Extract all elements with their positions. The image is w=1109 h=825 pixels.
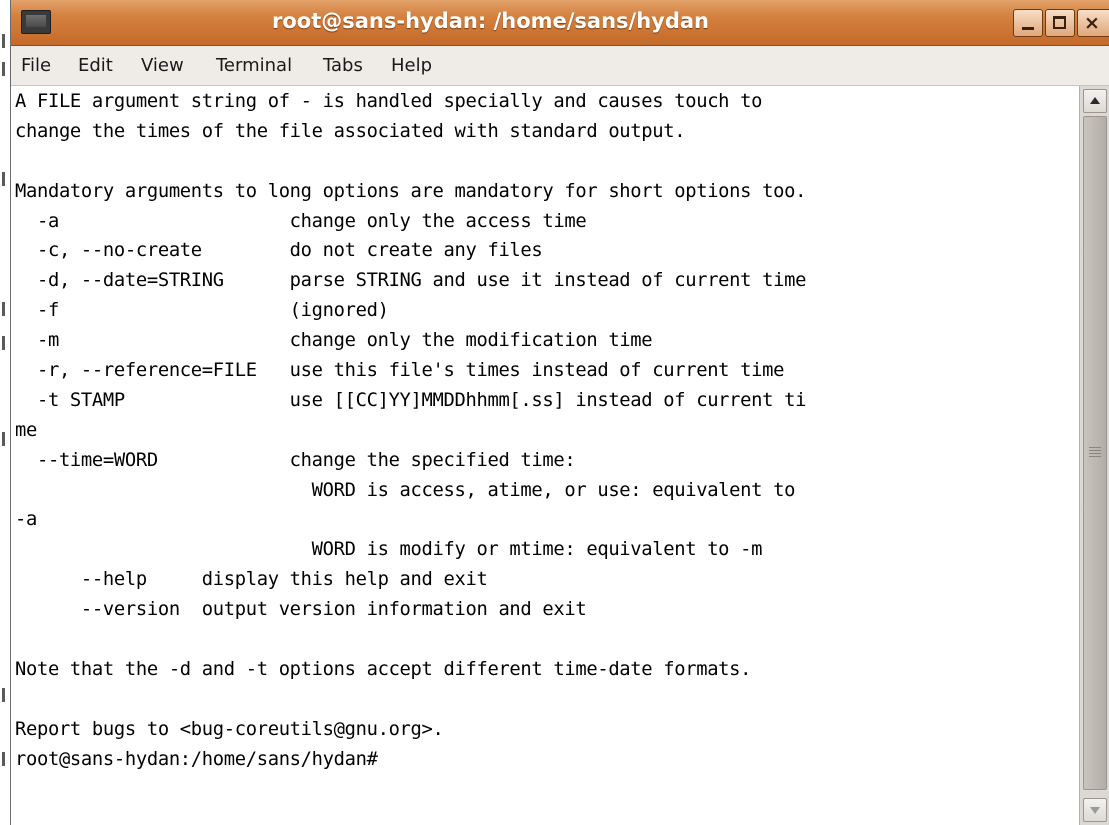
terminal-line: --help display this help and exit: [15, 569, 488, 591]
edge-mark: [2, 752, 5, 766]
terminal-line: -d, --date=STRING parse STRING and use i…: [15, 270, 807, 292]
terminal-line: --time=WORD change the specified time:: [15, 449, 576, 471]
terminal-line: A FILE argument string of - is handled s…: [15, 91, 763, 112]
terminal-line: -t STAMP use [[CC]YY]MMDDhhmm[.ss] inste…: [15, 389, 807, 411]
terminal-line: -r, --reference=FILE use this file's tim…: [15, 360, 785, 382]
terminal-lines: A FILE argument string of - is handled s…: [15, 87, 806, 774]
menu-bar: File Edit View Terminal Tabs Help: [11, 46, 1109, 86]
menu-terminal[interactable]: Terminal: [216, 55, 292, 76]
arrow-up-icon: [1090, 97, 1100, 104]
terminal-line: Mandatory arguments to long options are …: [15, 180, 807, 202]
scroll-up-button[interactable]: [1083, 89, 1107, 113]
edge-mark: [2, 432, 5, 446]
edge-mark: [2, 336, 5, 350]
terminal-line: -a: [15, 509, 37, 531]
maximize-icon: [1053, 16, 1066, 29]
vertical-scrollbar[interactable]: [1079, 86, 1109, 825]
terminal-line: -c, --no-create do not create any files: [15, 240, 543, 262]
terminal-line: WORD is access, atime, or use: equivalen…: [15, 479, 796, 501]
edge-mark: [2, 34, 5, 48]
terminal-output[interactable]: A FILE argument string of - is handled s…: [11, 86, 1079, 825]
arrow-down-icon: [1090, 807, 1100, 814]
close-icon: ×: [1084, 12, 1100, 34]
terminal-line: -a change only the access time: [15, 210, 587, 232]
menu-file[interactable]: File: [21, 55, 51, 76]
maximize-button[interactable]: [1045, 9, 1075, 37]
menu-help[interactable]: Help: [391, 55, 432, 76]
terminal-line: -f (ignored): [15, 300, 389, 322]
menu-view[interactable]: View: [141, 55, 184, 76]
terminal-prompt-line: root@sans-hydan:/home/sans/hydan#: [15, 748, 378, 770]
edge-mark: [2, 302, 5, 316]
terminal-line: --version output version information and…: [15, 599, 587, 621]
terminal-line: -m change only the modification time: [15, 330, 653, 352]
grip-icon: [1089, 447, 1101, 459]
menu-tabs[interactable]: Tabs: [323, 55, 363, 76]
minimize-icon: [1022, 27, 1034, 30]
scrollbar-thumb[interactable]: [1083, 116, 1107, 790]
terminal-line: Note that the -d and -t options accept d…: [15, 658, 752, 680]
terminal-line: Report bugs to <bug-coreutils@gnu.org>.: [15, 718, 444, 740]
terminal-line: WORD is modify or mtime: equivalent to -…: [15, 539, 763, 561]
menu-edit[interactable]: Edit: [78, 55, 113, 76]
scroll-down-button[interactable]: [1083, 798, 1107, 822]
background-desktop-edge: [0, 0, 10, 825]
edge-mark: [2, 62, 5, 76]
terminal-line: change the times of the file associated …: [15, 120, 686, 142]
terminal-window[interactable]: root@sans-hydan: /home/sans/hydan × File…: [10, 0, 1109, 825]
edge-mark: [2, 172, 5, 186]
title-bar[interactable]: root@sans-hydan: /home/sans/hydan ×: [11, 0, 1109, 46]
close-button[interactable]: ×: [1077, 9, 1109, 37]
terminal-line: me: [15, 419, 37, 441]
edge-mark: [2, 688, 5, 702]
minimize-button[interactable]: [1013, 9, 1043, 37]
window-title: root@sans-hydan: /home/sans/hydan: [271, 9, 709, 33]
